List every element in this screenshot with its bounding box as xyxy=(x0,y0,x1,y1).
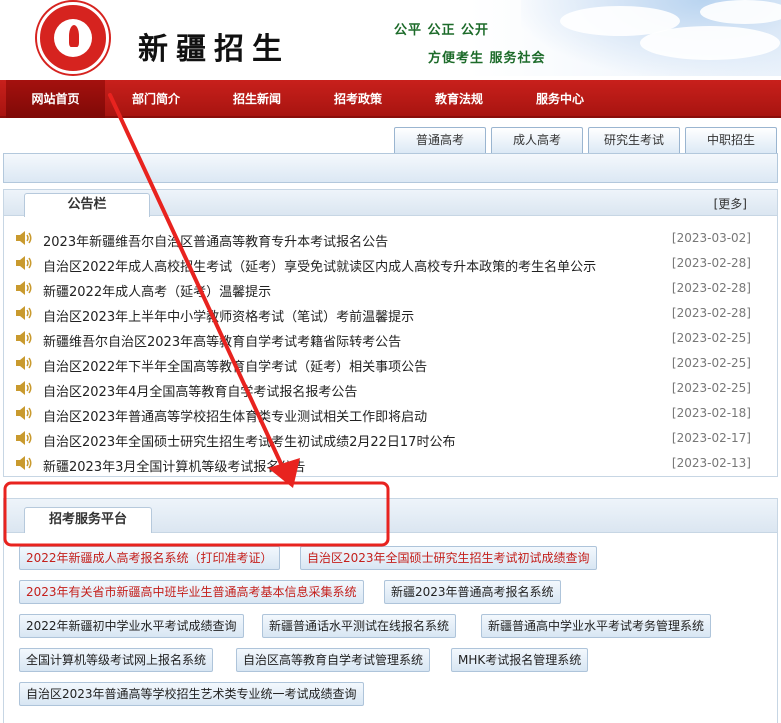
nav-item-law[interactable]: 教育法规 xyxy=(415,80,503,118)
main-nav: 网站首页 部门简介 招生新闻 招考政策 教育法规 服务中心 xyxy=(0,80,781,118)
cloud-decoration xyxy=(640,26,780,60)
speaker-icon xyxy=(16,431,32,445)
tab-content-band xyxy=(3,153,778,183)
tab-vocational[interactable]: 中职招生 xyxy=(685,127,777,153)
notice-item-date: [2023-02-28] xyxy=(671,256,751,270)
nav-item-policy[interactable]: 招考政策 xyxy=(314,80,402,118)
service-link-art-exam-score[interactable]: 自治区2023年普通高等学校招生艺术类专业统一考试成绩查询 xyxy=(19,682,364,706)
notice-item-title[interactable]: 自治区2023年上半年中小学教师资格考试（笔试）考前温馨提示 xyxy=(43,306,414,325)
site-header: 新疆招生 公平 公正 公开 方便考生 服务社会 xyxy=(0,0,781,76)
notice-item[interactable]: 自治区2023年上半年中小学教师资格考试（笔试）考前温馨提示 [2023-02-2… xyxy=(4,302,777,327)
notice-item-date: [2023-02-25] xyxy=(671,356,751,370)
notice-item[interactable]: 新疆2023年3月全国计算机等级考试报名公告 [2023-02-13] xyxy=(4,452,777,477)
notice-item-date: [2023-02-25] xyxy=(671,381,751,395)
torch-icon xyxy=(69,25,79,47)
notice-item-date: [2023-03-02] xyxy=(671,231,751,245)
notice-item-title[interactable]: 自治区2023年4月全国高等教育自学考试报名报考公告 xyxy=(43,381,357,400)
service-panel: 招考服务平台 2022年新疆成人高考报名系统（打印准考证） 自治区2023年全国… xyxy=(3,498,778,723)
more-link[interactable]: [更多] xyxy=(714,195,747,212)
nav-item-about[interactable]: 部门简介 xyxy=(112,80,200,118)
service-link-mhk-exam[interactable]: MHK考试报名管理系统 xyxy=(451,648,589,672)
service-link-junior-score-query[interactable]: 2022年新疆初中学业水平考试成绩查询 xyxy=(19,614,244,638)
service-link-graduate-score-query[interactable]: 自治区2023年全国硕士研究生招生考试初试成绩查询 xyxy=(300,546,597,570)
notice-item-date: [2023-02-28] xyxy=(671,281,751,295)
service-link-mandarin-test[interactable]: 新疆普通话水平测试在线报名系统 xyxy=(262,614,457,638)
speaker-icon xyxy=(16,231,32,245)
exam-category-tabs: 普通高考 成人高考 研究生考试 中职招生 xyxy=(0,127,781,153)
notice-panel: 公告栏 [更多] 2023年新疆维吾尔自治区普通高等教育专升本考试报名公告 [20… xyxy=(3,189,778,477)
service-link-gaokao-registration[interactable]: 新疆2023年普通高考报名系统 xyxy=(384,580,561,604)
notice-item[interactable]: 2023年新疆维吾尔自治区普通高等教育专升本考试报名公告 [2023-03-02] xyxy=(4,227,777,252)
service-link-adult-exam-registration[interactable]: 2022年新疆成人高考报名系统（打印准考证） xyxy=(19,546,280,570)
notice-item-title[interactable]: 自治区2023年普通高等学校招生体育类专业测试相关工作即将启动 xyxy=(43,406,427,425)
cloud-decoration xyxy=(700,0,781,24)
notice-panel-header: 公告栏 [更多] xyxy=(4,190,777,217)
site-title: 新疆招生 xyxy=(138,32,290,67)
service-link-self-study-exam[interactable]: 自治区高等教育自学考试管理系统 xyxy=(236,648,431,672)
notice-panel-title: 公告栏 xyxy=(24,193,150,217)
nav-item-service[interactable]: 服务中心 xyxy=(516,80,604,118)
speaker-icon xyxy=(16,381,32,395)
notice-item[interactable]: 新疆维吾尔自治区2023年高等教育自学考试考籍省际转考公告 [2023-02-25… xyxy=(4,327,777,352)
notice-item[interactable]: 自治区2022年成人高校招生考试（延考）享受免试就读区内成人高校专升本政策的考生… xyxy=(4,252,777,277)
speaker-icon xyxy=(16,256,32,270)
speaker-icon xyxy=(16,306,32,320)
tab-regular-gaokao[interactable]: 普通高考 xyxy=(394,127,486,153)
speaker-icon xyxy=(16,456,32,470)
notice-item[interactable]: 自治区2023年普通高等学校招生体育类专业测试相关工作即将启动 [2023-02-… xyxy=(4,402,777,427)
notice-item-date: [2023-02-18] xyxy=(671,406,751,420)
notice-item-title[interactable]: 新疆2023年3月全国计算机等级考试报名公告 xyxy=(43,456,305,475)
speaker-icon xyxy=(16,356,32,370)
notice-item[interactable]: 新疆2022年成人高考（延考）温馨提示 [2023-02-28] xyxy=(4,277,777,302)
site-logo[interactable] xyxy=(37,2,109,74)
tab-adult-gaokao[interactable]: 成人高考 xyxy=(491,127,583,153)
notice-item-title[interactable]: 新疆维吾尔自治区2023年高等教育自学考试考籍省际转考公告 xyxy=(43,331,401,350)
tab-graduate-exam[interactable]: 研究生考试 xyxy=(588,127,680,153)
notice-item[interactable]: 自治区2023年4月全国高等教育自学考试报名报考公告 [2023-02-25] xyxy=(4,377,777,402)
speaker-icon xyxy=(16,281,32,295)
notice-item-title[interactable]: 自治区2022年成人高校招生考试（延考）享受免试就读区内成人高校专升本政策的考生… xyxy=(43,256,596,275)
notice-item-title[interactable]: 自治区2023年全国硕士研究生招生考试考生初试成绩2月22日17时公布 xyxy=(43,431,455,450)
service-link-highschool-class-info[interactable]: 2023年有关省市新疆高中班毕业生普通高考基本信息采集系统 xyxy=(19,580,364,604)
notice-item-title[interactable]: 自治区2022年下半年全国高等教育自学考试（延考）相关事项公告 xyxy=(43,356,427,375)
nav-item-home[interactable]: 网站首页 xyxy=(6,80,105,118)
notice-item-title[interactable]: 2023年新疆维吾尔自治区普通高等教育专升本考试报名公告 xyxy=(43,231,388,250)
slogan-line-2: 方便考生 服务社会 xyxy=(428,51,546,66)
speaker-icon xyxy=(16,331,32,345)
service-panel-header: 招考服务平台 xyxy=(4,499,777,533)
speaker-icon xyxy=(16,406,32,420)
notice-item-date: [2023-02-28] xyxy=(671,306,751,320)
slogan-line-1: 公平 公正 公开 xyxy=(394,23,490,38)
service-link-computer-exam[interactable]: 全国计算机等级考试网上报名系统 xyxy=(19,648,214,672)
notice-item-date: [2023-02-25] xyxy=(671,331,751,345)
notice-item-title[interactable]: 新疆2022年成人高考（延考）温馨提示 xyxy=(43,281,271,300)
notice-item[interactable]: 自治区2023年全国硕士研究生招生考试考生初试成绩2月22日17时公布 [2023… xyxy=(4,427,777,452)
nav-item-news[interactable]: 招生新闻 xyxy=(213,80,301,118)
service-panel-title: 招考服务平台 xyxy=(24,507,152,533)
service-link-highschool-level-exam[interactable]: 新疆普通高中学业水平考试考务管理系统 xyxy=(481,614,712,638)
notice-item-date: [2023-02-17] xyxy=(671,431,751,445)
notice-item-date: [2023-02-13] xyxy=(671,456,751,470)
notice-list: 2023年新疆维吾尔自治区普通高等教育专升本考试报名公告 [2023-03-02]… xyxy=(4,227,777,477)
notice-item[interactable]: 自治区2022年下半年全国高等教育自学考试（延考）相关事项公告 [2023-02-… xyxy=(4,352,777,377)
